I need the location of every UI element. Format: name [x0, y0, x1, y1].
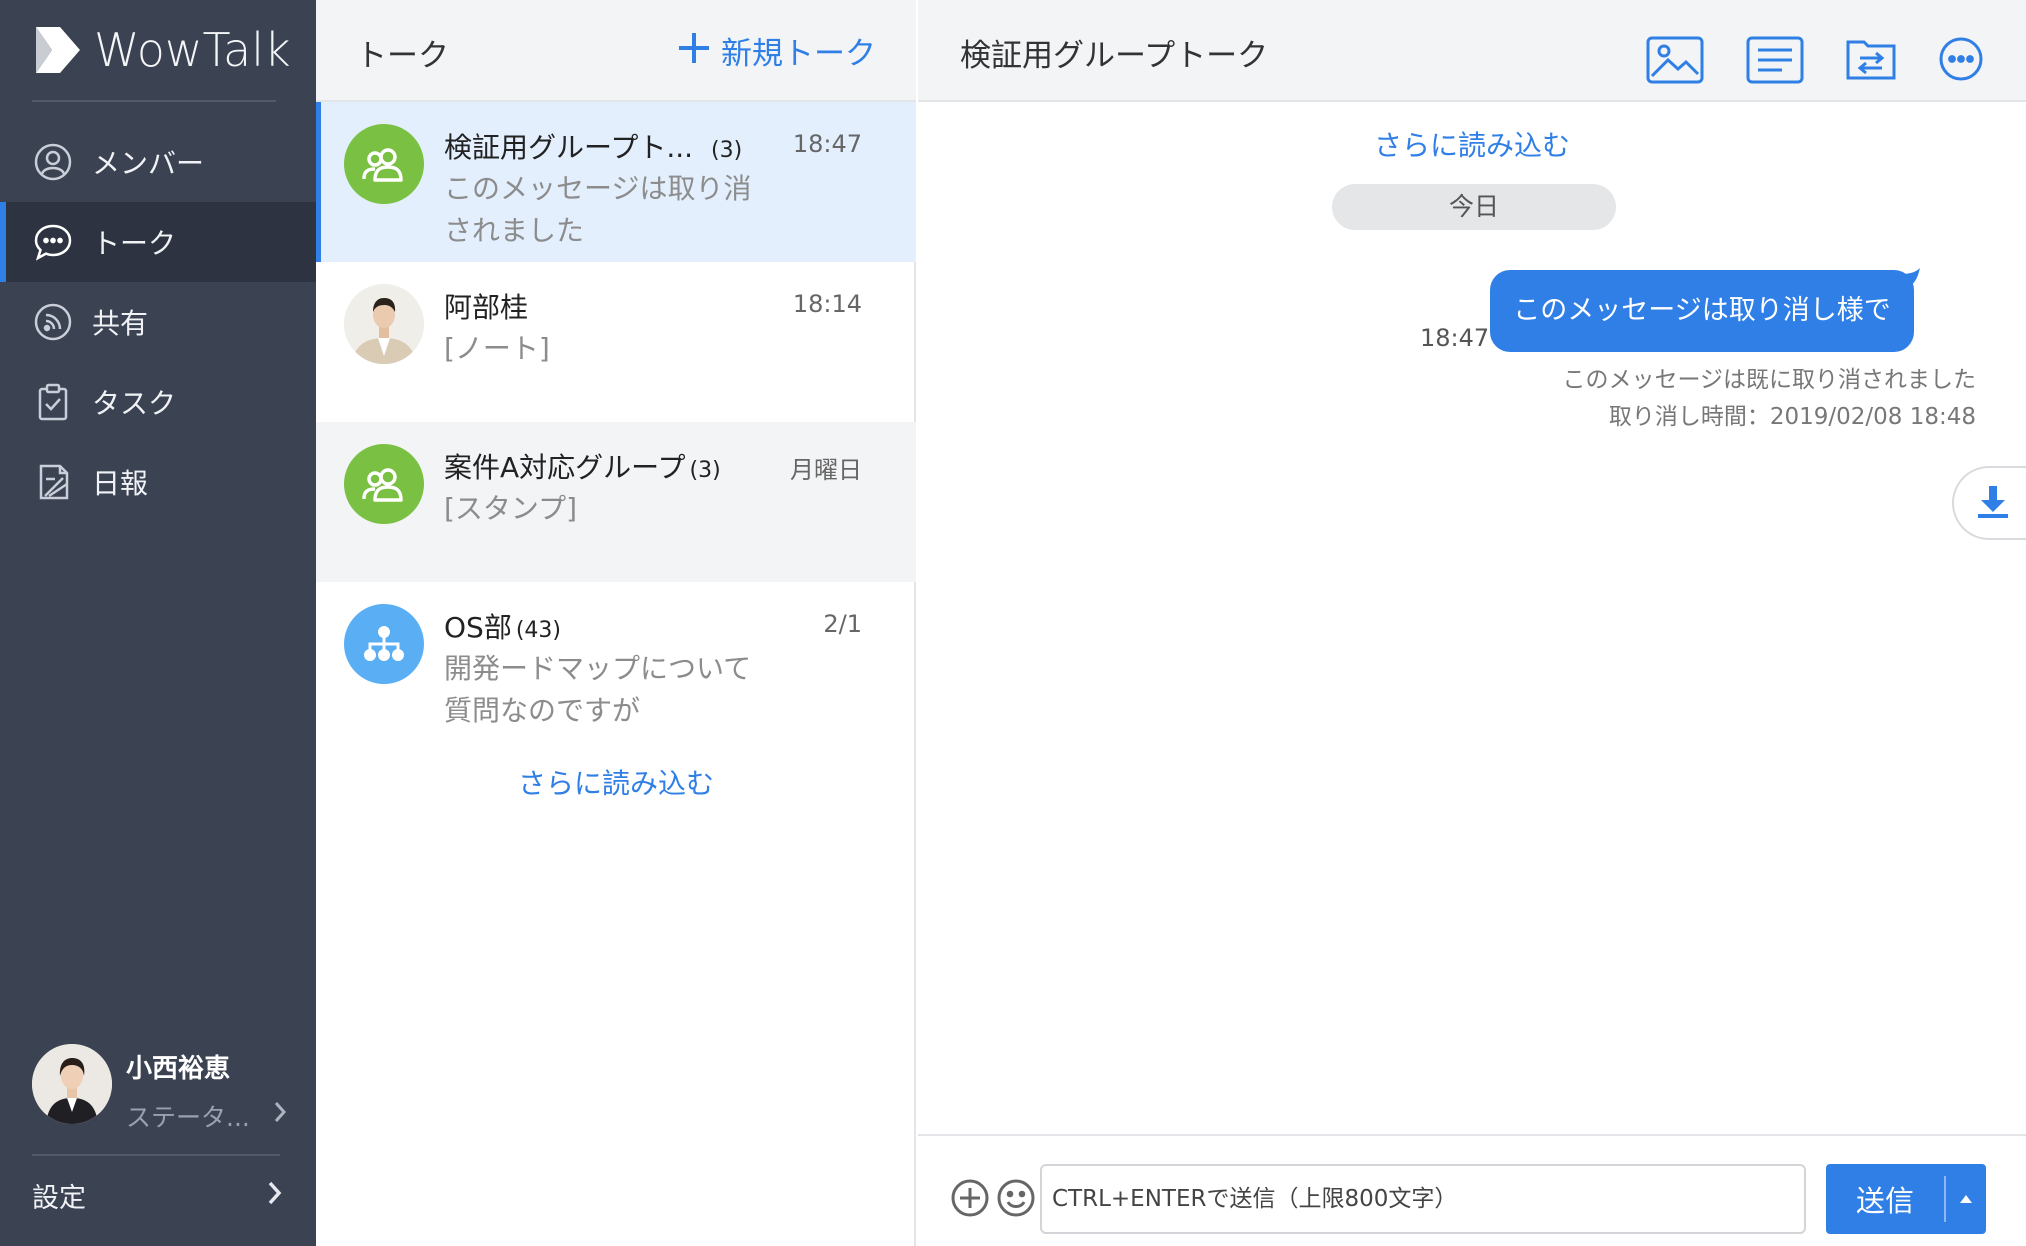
emoji-icon[interactable]	[996, 1178, 1036, 1222]
chevron-right-icon[interactable]	[272, 1100, 288, 1128]
new-talk-label: 新規トーク	[721, 36, 876, 72]
profile-name: 小西裕恵	[126, 1054, 231, 1084]
recall-notice-text: このメッセージは既に取り消されました	[1562, 367, 1976, 393]
settings-button[interactable]: 設定	[32, 1170, 284, 1220]
profile-status[interactable]: ステータ...	[126, 1098, 250, 1134]
divider	[32, 1154, 280, 1156]
chat-pane: 検証用グループトーク さらに読み込む 今日 このメッセージは取り消し様です。 1…	[918, 0, 2026, 1246]
settings-label: 設定	[32, 1182, 86, 1214]
sidebar-item-label: トーク	[92, 227, 177, 260]
message-time: 18:47	[1420, 324, 1490, 352]
talk-preview: このメッセージは取り消されました	[444, 172, 752, 247]
talk-time: 月曜日	[790, 456, 862, 484]
talk-preview: [スタンプ]	[444, 492, 578, 525]
talk-time: 18:47	[792, 130, 862, 158]
more-icon[interactable]	[1938, 36, 1984, 86]
app-name: WowTalk	[94, 23, 291, 77]
member-icon	[32, 141, 74, 183]
avatar[interactable]	[32, 1044, 112, 1124]
sidebar-item-talk[interactable]: トーク	[0, 202, 316, 282]
sidebar-item-share[interactable]: 共有	[0, 282, 316, 362]
send-button[interactable]: 送信	[1826, 1164, 1986, 1234]
sidebar-item-task[interactable]: タスク	[0, 362, 316, 442]
sidebar-item-label: 共有	[92, 307, 149, 340]
list-item[interactable]: 案件A対応グループ (3) 月曜日 [スタンプ]	[316, 422, 916, 582]
chat-title: 検証用グループトーク	[960, 38, 1269, 74]
sidebar-item-member[interactable]: メンバー	[0, 122, 316, 202]
talk-time: 18:14	[792, 290, 862, 318]
sidebar-item-label: タスク	[92, 387, 177, 420]
load-more-link[interactable]: さらに読み込む	[316, 762, 916, 802]
message-input[interactable]	[1040, 1164, 1806, 1234]
group-icon	[344, 444, 424, 524]
talk-icon	[32, 221, 74, 263]
talk-name: 検証用グループト... (3)	[444, 131, 743, 164]
add-attachment-icon[interactable]	[950, 1178, 990, 1222]
list-item[interactable]: 阿部桂 18:14 [ノート]	[316, 262, 916, 422]
share-icon	[32, 301, 74, 343]
load-more-link[interactable]: さらに読み込む	[918, 124, 2026, 164]
sidebar: WowTalk メンバー トーク 共有 タスク 日報 小西裕恵 ステータ... …	[0, 0, 316, 1246]
sidebar-item-label: メンバー	[92, 147, 205, 180]
chat-header: 検証用グループトーク	[918, 0, 2026, 102]
sidebar-nav: メンバー トーク 共有 タスク 日報	[0, 122, 316, 522]
bubble-tail	[1902, 268, 1920, 290]
sidebar-item-daily-report[interactable]: 日報	[0, 442, 316, 522]
recall-time: 取り消し時間：2019/02/08 18:48	[1608, 404, 1976, 430]
new-talk-button[interactable]: 新規トーク	[677, 28, 876, 73]
list-item[interactable]: 検証用グループト... (3) 18:47 このメッセージは取り消されました	[316, 102, 916, 262]
notes-icon[interactable]	[1746, 36, 1804, 88]
date-divider: 今日	[1332, 184, 1616, 230]
divider	[32, 100, 276, 102]
recall-notice: このメッセージは既に取り消されました 取り消し時間：2019/02/08 18:…	[1562, 362, 1976, 436]
org-chart-icon	[344, 604, 424, 684]
plus-icon	[677, 30, 711, 72]
daily-report-icon	[32, 461, 74, 503]
download-arrow-icon	[1976, 484, 2010, 522]
user-photo	[344, 284, 424, 364]
talk-name: 阿部桂	[444, 291, 529, 324]
talk-preview: [ノート]	[444, 332, 550, 365]
group-icon	[344, 124, 424, 204]
wowtalk-logo-icon	[36, 27, 80, 73]
scroll-to-bottom-button[interactable]	[1952, 466, 2026, 540]
sidebar-item-label: 日報	[92, 467, 149, 500]
talk-list-header: トーク 新規トーク	[316, 0, 916, 102]
talk-name: OS部 (43)	[444, 611, 561, 644]
image-icon[interactable]	[1646, 36, 1704, 88]
app-logo[interactable]: WowTalk	[32, 22, 291, 78]
task-icon	[32, 381, 74, 423]
talk-preview: 開発ードマップについて質問なのですが	[444, 652, 752, 727]
talk-name: 案件A対応グループ (3)	[444, 451, 721, 484]
caret-up-icon[interactable]	[1946, 1194, 1986, 1204]
chevron-right-icon	[266, 1179, 284, 1211]
list-item[interactable]: OS部 (43) 2/1 開発ードマップについて質問なのですが	[316, 582, 916, 742]
talk-time: 2/1	[823, 610, 862, 638]
message-bubble[interactable]: このメッセージは取り消し様です。	[1490, 270, 1914, 408]
message-composer: 送信	[918, 1134, 2026, 1246]
talk-list-title: トーク	[356, 38, 449, 74]
talk-list-pane: トーク 新規トーク 検証用グループト... (3) 18:47 このメッセージは取…	[316, 0, 916, 1246]
send-label: 送信	[1855, 1184, 1914, 1218]
user-profile[interactable]: 小西裕恵 ステータ...	[32, 1044, 292, 1132]
file-transfer-icon[interactable]	[1846, 36, 1896, 84]
